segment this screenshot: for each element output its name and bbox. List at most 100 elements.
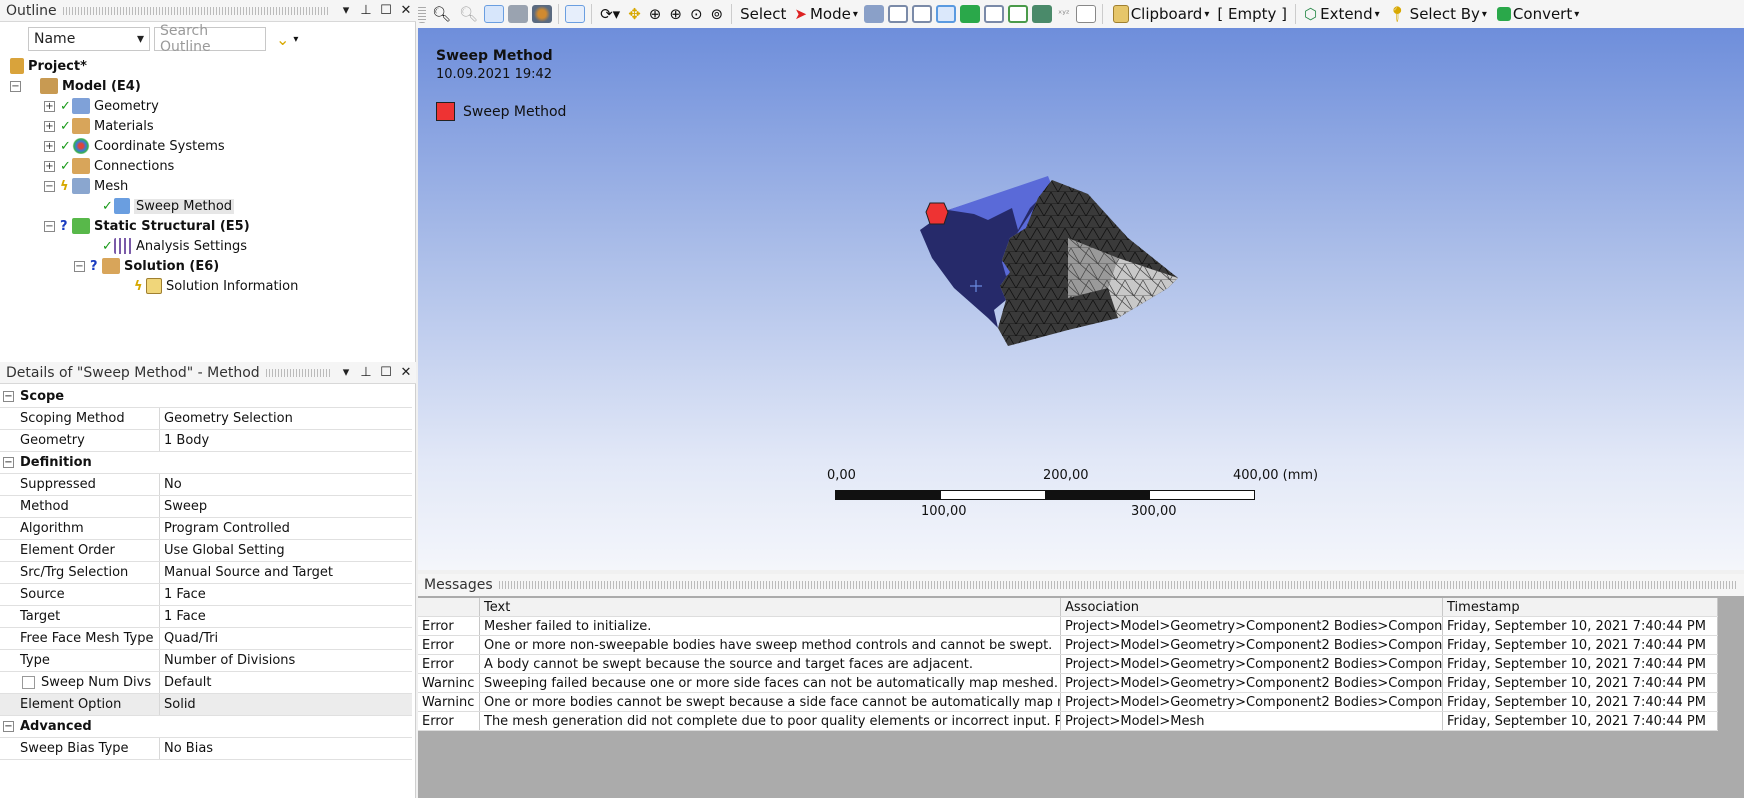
- tree-item-mesh[interactable]: − ϟ Mesh: [44, 176, 128, 196]
- zoom-in-icon[interactable]: ⊕: [665, 3, 686, 25]
- property-value[interactable]: Default: [160, 672, 412, 693]
- face-select-icon[interactable]: [911, 5, 932, 23]
- tree-item-solution[interactable]: − ? Solution (E6): [74, 256, 219, 276]
- select-frame-icon[interactable]: [565, 5, 586, 23]
- tree-item-analysis-settings[interactable]: ✓ Analysis Settings: [102, 236, 247, 256]
- property-value[interactable]: Geometry Selection: [160, 408, 412, 429]
- point-coord-icon[interactable]: [1075, 5, 1096, 23]
- node-select-icon[interactable]: [959, 5, 980, 23]
- collapse-icon[interactable]: −: [44, 220, 55, 232]
- tree-item-sweep-method[interactable]: ✓ Sweep Method: [102, 196, 235, 216]
- select-button[interactable]: Select: [736, 3, 790, 25]
- details-row[interactable]: Scoping Method Geometry Selection: [0, 408, 412, 430]
- property-value[interactable]: Sweep: [160, 496, 412, 517]
- body-select-icon[interactable]: [935, 5, 956, 23]
- property-value[interactable]: Quad/Tri: [160, 628, 412, 649]
- filter-dropdown-icon[interactable]: ▾: [293, 34, 298, 45]
- details-pin-icon[interactable]: ⊥: [356, 365, 376, 380]
- tree-item-geometry[interactable]: + ✓ Geometry: [44, 96, 159, 116]
- zoom-to-fit-icon[interactable]: ⊚: [707, 3, 728, 25]
- zoom-fit-icon[interactable]: 🔍︎: [455, 3, 482, 25]
- property-value[interactable]: Manual Source and Target: [160, 562, 412, 583]
- property-value[interactable]: Use Global Setting: [160, 540, 412, 561]
- details-row[interactable]: Sweep Num Divs Default: [0, 672, 412, 694]
- details-close-icon[interactable]: ✕: [396, 365, 416, 380]
- column-header-text[interactable]: Text: [480, 598, 1061, 616]
- zoom-box-icon[interactable]: ⊙: [686, 3, 707, 25]
- collapse-icon[interactable]: −: [74, 260, 85, 272]
- tree-item-solution-information[interactable]: ϟ Solution Information: [134, 276, 298, 296]
- message-row[interactable]: Warninc Sweeping failed because one or m…: [418, 674, 1718, 693]
- property-value[interactable]: 1 Face: [160, 606, 412, 627]
- expand-icon[interactable]: +: [44, 120, 55, 132]
- details-row[interactable]: Geometry 1 Body: [0, 430, 412, 452]
- tree-item-coordinate-systems[interactable]: + ✓ Coordinate Systems: [44, 136, 225, 156]
- extend-button[interactable]: ⬡ Extend ▾: [1300, 3, 1384, 25]
- mesh-model[interactable]: [918, 168, 1218, 358]
- expand-icon[interactable]: +: [44, 160, 55, 172]
- collapse-icon[interactable]: −: [3, 457, 14, 468]
- details-row[interactable]: Method Sweep: [0, 496, 412, 518]
- details-category-advanced[interactable]: − Advanced: [0, 716, 412, 738]
- details-dropdown-icon[interactable]: ▾: [336, 365, 356, 380]
- property-value[interactable]: 1 Face: [160, 584, 412, 605]
- render-style-icon[interactable]: [532, 5, 553, 23]
- expand-icon[interactable]: +: [44, 140, 55, 152]
- outline-dropdown-icon[interactable]: ▾: [336, 3, 356, 18]
- outline-pin-icon[interactable]: ⊥: [356, 3, 376, 18]
- convert-button[interactable]: Convert ▾: [1491, 3, 1583, 25]
- outline-grip[interactable]: [62, 6, 330, 15]
- select-by-button[interactable]: 📍︎ Select By ▾: [1384, 3, 1491, 25]
- details-row[interactable]: Element Order Use Global Setting: [0, 540, 412, 562]
- details-category-scope[interactable]: − Scope: [0, 386, 412, 408]
- details-maximize-icon[interactable]: ☐: [376, 365, 396, 380]
- message-row[interactable]: Error Mesher failed to initialize. Proje…: [418, 617, 1718, 636]
- property-value[interactable]: No: [160, 474, 412, 495]
- details-row[interactable]: Algorithm Program Controlled: [0, 518, 412, 540]
- message-row[interactable]: Error A body cannot be swept because the…: [418, 655, 1718, 674]
- details-grip[interactable]: [265, 368, 330, 377]
- expand-icon[interactable]: +: [44, 100, 55, 112]
- element-face-select-icon[interactable]: [983, 5, 1004, 23]
- messages-grip[interactable]: [498, 581, 1738, 589]
- column-header-association[interactable]: Association: [1061, 598, 1443, 616]
- details-row[interactable]: Src/Trg Selection Manual Source and Targe…: [0, 562, 412, 584]
- outline-maximize-icon[interactable]: ☐: [376, 3, 396, 18]
- rotate-icon[interactable]: ⟳▾: [596, 3, 624, 25]
- property-value[interactable]: 1 Body: [160, 430, 412, 451]
- tree-item-connections[interactable]: + ✓ Connections: [44, 156, 174, 176]
- property-value[interactable]: Program Controlled: [160, 518, 412, 539]
- column-header-type[interactable]: [418, 598, 480, 616]
- zoom-icon[interactable]: ⊕: [645, 3, 666, 25]
- solid-view-icon[interactable]: [484, 5, 505, 23]
- element-select-icon[interactable]: [1007, 5, 1028, 23]
- search-outline-input[interactable]: Search Outline: [154, 23, 266, 55]
- tree-item-project[interactable]: Project*: [10, 56, 87, 76]
- tree-item-materials[interactable]: + ✓ Materials: [44, 116, 154, 136]
- cube-view-icon[interactable]: [508, 5, 529, 23]
- collapse-icon[interactable]: −: [10, 80, 21, 92]
- filter-chevron-icon[interactable]: ⌄: [276, 30, 289, 49]
- details-row[interactable]: Free Face Mesh Type Quad/Tri: [0, 628, 412, 650]
- tree-item-static-structural[interactable]: − ? Static Structural (E5): [44, 216, 250, 236]
- name-filter-combo[interactable]: Name ▾: [28, 27, 150, 51]
- message-row[interactable]: Error The mesh generation did not comple…: [418, 712, 1718, 731]
- column-header-timestamp[interactable]: Timestamp: [1443, 598, 1718, 616]
- details-row[interactable]: Target 1 Face: [0, 606, 412, 628]
- graphics-viewport[interactable]: Sweep Method 10.09.2021 19:42 Sweep Meth…: [418, 28, 1744, 570]
- details-row[interactable]: Source 1 Face: [0, 584, 412, 606]
- pan-icon[interactable]: ✥: [624, 3, 645, 25]
- tree-item-model[interactable]: − Model (E4): [10, 76, 141, 96]
- toolbar-grip[interactable]: [418, 5, 426, 23]
- collapse-icon[interactable]: −: [3, 721, 14, 732]
- collapse-icon[interactable]: −: [3, 391, 14, 402]
- vertex-select-icon[interactable]: [863, 5, 884, 23]
- property-value[interactable]: No Bias: [160, 738, 412, 759]
- details-category-definition[interactable]: − Definition: [0, 452, 412, 474]
- outline-close-icon[interactable]: ✕: [396, 3, 416, 18]
- details-row[interactable]: Suppressed No: [0, 474, 412, 496]
- details-row[interactable]: Sweep Bias Type No Bias: [0, 738, 412, 760]
- details-row[interactable]: Element Option Solid: [0, 694, 412, 716]
- clipboard-button[interactable]: Clipboard ▾: [1107, 3, 1214, 25]
- message-row[interactable]: Error One or more non-sweepable bodies h…: [418, 636, 1718, 655]
